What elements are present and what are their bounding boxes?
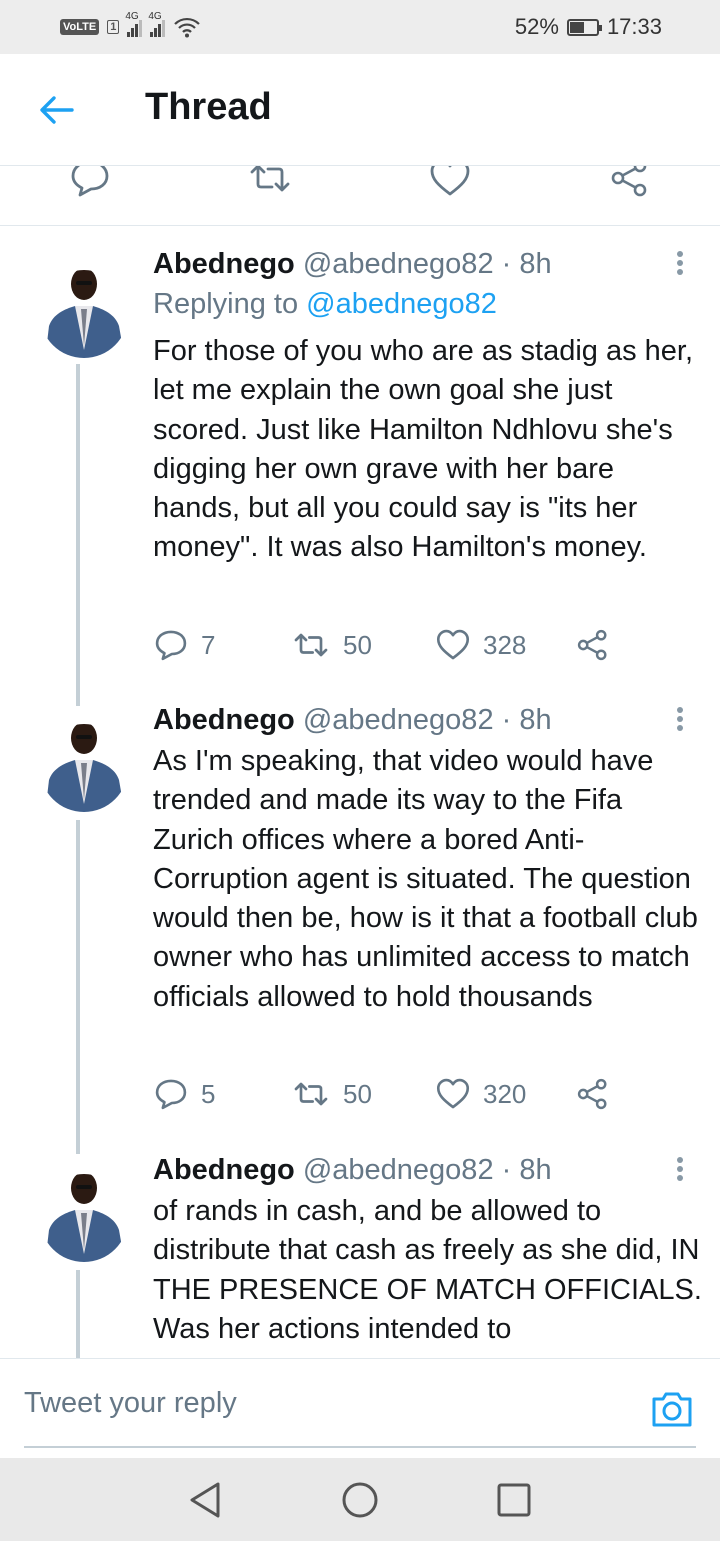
reply-input-underline bbox=[24, 1446, 696, 1448]
reply-button[interactable] bbox=[68, 166, 112, 200]
avatar[interactable] bbox=[39, 708, 129, 814]
reply-icon bbox=[155, 1079, 187, 1110]
status-bar-left: VoLTE 1 4G 4G bbox=[60, 11, 201, 40]
author-name[interactable]: Abednego bbox=[153, 704, 295, 736]
battery-icon bbox=[566, 18, 602, 36]
arrow-left-icon bbox=[40, 96, 74, 124]
nav-home-icon bbox=[342, 1482, 378, 1518]
more-options-button[interactable] bbox=[672, 1154, 688, 1184]
reply-button[interactable]: 5 bbox=[153, 1074, 215, 1114]
tweet-header: Abednego @abednego82 · 8h bbox=[153, 704, 552, 737]
replying-to: Replying to @abednego82 bbox=[153, 288, 497, 321]
author-handle-time: @abednego82 · 8h bbox=[302, 1154, 552, 1186]
reply-composer: Tweet your reply bbox=[0, 1358, 720, 1458]
share-icon bbox=[611, 166, 647, 197]
retweet-button[interactable] bbox=[246, 166, 290, 200]
share-icon bbox=[577, 629, 607, 661]
battery-percent: 52% bbox=[514, 14, 559, 39]
share-button[interactable] bbox=[608, 166, 652, 200]
retweet-button[interactable]: 50 bbox=[291, 1074, 372, 1114]
signal-icon: 4G bbox=[148, 11, 166, 37]
like-button[interactable]: 328 bbox=[435, 625, 526, 665]
more-options-button[interactable] bbox=[672, 704, 688, 734]
reply-button[interactable]: 7 bbox=[153, 625, 215, 665]
signal-icon: 4G bbox=[125, 11, 143, 37]
system-navigation-bar bbox=[0, 1458, 720, 1541]
volte-badge: VoLTE bbox=[60, 19, 100, 35]
status-bar-right: 52% 17:33 bbox=[515, 12, 662, 42]
reply-input[interactable]: Tweet your reply bbox=[24, 1387, 624, 1431]
avatar[interactable] bbox=[39, 1158, 129, 1264]
nav-back-button[interactable] bbox=[186, 1480, 226, 1520]
tweet-actions: 7 50 328 bbox=[153, 625, 633, 665]
more-options-button[interactable] bbox=[672, 248, 688, 278]
thread-header: Thread bbox=[0, 54, 720, 166]
tweet-actions: 5 50 320 bbox=[153, 1074, 633, 1114]
heart-icon bbox=[430, 166, 470, 196]
author-handle-time: @abednego82 · 8h bbox=[302, 704, 552, 736]
share-button[interactable] bbox=[575, 625, 611, 665]
camera-icon bbox=[652, 1392, 692, 1427]
nav-recents-button[interactable] bbox=[494, 1480, 534, 1520]
previous-tweet-actions bbox=[0, 166, 720, 226]
retweet-count: 50 bbox=[343, 1078, 372, 1109]
like-count: 328 bbox=[483, 629, 527, 660]
tweet-text: of rands in cash, and be allowed to dist… bbox=[153, 1195, 702, 1345]
retweet-button[interactable]: 50 bbox=[291, 625, 372, 665]
author-name[interactable]: Abednego bbox=[153, 1154, 295, 1186]
clock: 17:33 bbox=[606, 14, 662, 39]
camera-button[interactable] bbox=[650, 1389, 694, 1429]
like-button[interactable] bbox=[428, 166, 472, 200]
page-title: Thread bbox=[145, 86, 272, 128]
retweet-icon bbox=[250, 166, 290, 192]
share-icon bbox=[577, 1078, 607, 1110]
nav-home-button[interactable] bbox=[340, 1480, 380, 1520]
network-type-label: 4G bbox=[125, 11, 139, 22]
replying-to-label: Replying to bbox=[153, 288, 307, 320]
reply-icon bbox=[155, 630, 187, 661]
retweet-count: 50 bbox=[343, 629, 372, 660]
retweet-icon bbox=[294, 1082, 328, 1106]
avatar[interactable] bbox=[39, 254, 129, 360]
heart-icon bbox=[436, 1078, 470, 1109]
reply-count: 5 bbox=[201, 1078, 216, 1109]
back-button[interactable] bbox=[30, 84, 82, 136]
sim-badge: 1 bbox=[107, 20, 120, 34]
tweet-text: For those of you who are as stadig as he… bbox=[153, 335, 694, 564]
author-handle-time: @abednego82 · 8h bbox=[302, 248, 552, 280]
nav-back-icon bbox=[190, 1482, 220, 1518]
retweet-icon bbox=[294, 633, 328, 657]
tweet-header: Abednego @abednego82 · 8h bbox=[153, 1154, 552, 1187]
thread-connector-line bbox=[76, 820, 80, 1154]
like-count: 320 bbox=[483, 1078, 527, 1109]
author-name[interactable]: Abednego bbox=[153, 248, 295, 280]
network-type-label: 4G bbox=[148, 11, 162, 22]
reply-icon bbox=[71, 166, 109, 197]
share-button[interactable] bbox=[575, 1074, 611, 1114]
reply-count: 7 bbox=[201, 629, 216, 660]
tweet[interactable]: Abednego @abednego82 · 8h of rands in ca… bbox=[0, 1130, 720, 1358]
tweet-text: As I'm speaking, that video would have t… bbox=[153, 745, 698, 1013]
status-bar: VoLTE 1 4G 4G 52% 17:33 bbox=[0, 0, 720, 54]
replying-to-handle[interactable]: @abednego82 bbox=[306, 288, 497, 320]
wifi-icon bbox=[174, 17, 201, 38]
thread-connector-line bbox=[76, 364, 80, 706]
like-button[interactable]: 320 bbox=[435, 1074, 526, 1114]
tweet-header: Abednego @abednego82 · 8h bbox=[153, 248, 552, 281]
heart-icon bbox=[436, 629, 470, 660]
thread-connector-line bbox=[76, 1270, 80, 1358]
nav-recents-icon bbox=[497, 1483, 531, 1517]
